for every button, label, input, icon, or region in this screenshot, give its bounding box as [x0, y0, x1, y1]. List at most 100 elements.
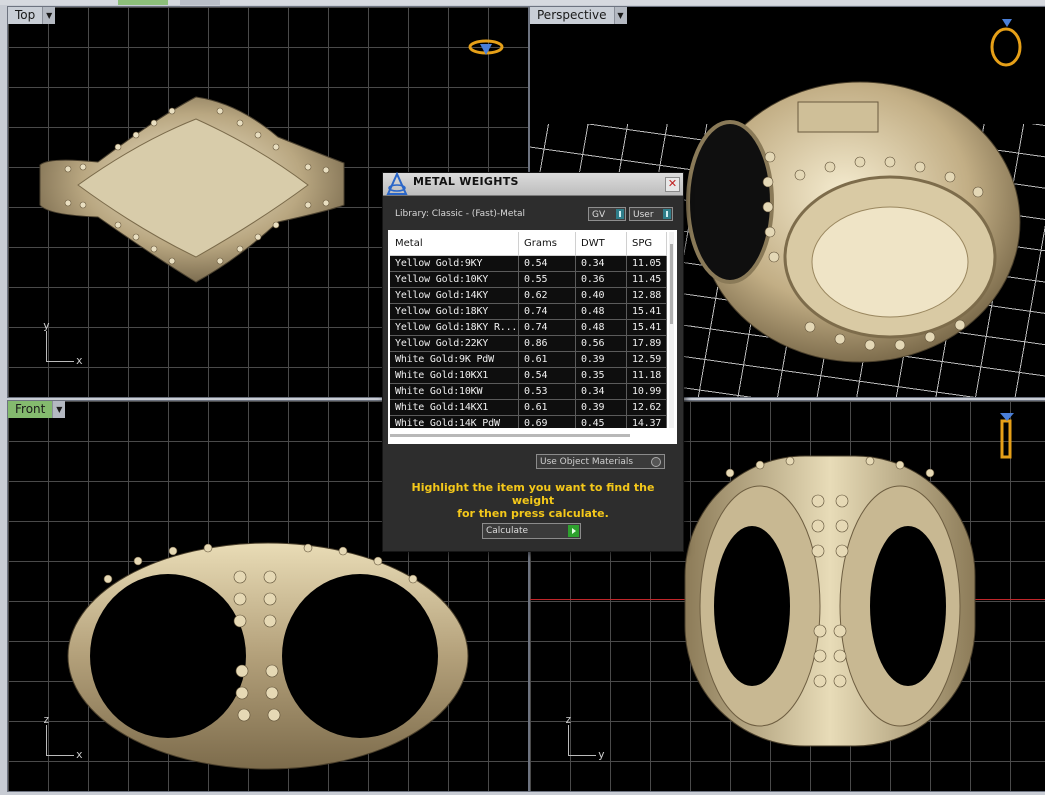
- user-combo-label: User: [633, 210, 654, 220]
- table-cell: 0.62: [519, 288, 576, 303]
- horizontal-scrollbar[interactable]: [390, 434, 630, 437]
- table-row[interactable]: Yellow Gold:9KY 0.54 0.34 11.05: [390, 256, 667, 272]
- instruction-line-1: Highlight the item you want to find the …: [411, 481, 655, 507]
- table-header: Metal Grams DWT SPG: [390, 232, 667, 256]
- top-tab-strip: [0, 0, 1045, 5]
- table-cell: Yellow Gold:9KY: [390, 256, 519, 271]
- table-cell: 0.74: [519, 320, 576, 335]
- active-tab[interactable]: [118, 0, 168, 5]
- table-cell: 0.69: [519, 416, 576, 428]
- table-cell: 0.36: [576, 272, 627, 287]
- viewport-label-perspective[interactable]: Perspective ▼: [530, 7, 627, 24]
- table-row[interactable]: White Gold:14K PdW 0.69 0.45 14.37: [390, 416, 667, 428]
- viewport-name: Top: [8, 7, 44, 24]
- table-cell: 0.34: [576, 256, 627, 271]
- column-header-metal[interactable]: Metal: [390, 232, 519, 255]
- use-object-materials-toggle[interactable]: Use Object Materials: [536, 454, 665, 469]
- view-cube-icon[interactable]: [990, 19, 1022, 67]
- table-row[interactable]: White Gold:10KX1 0.54 0.35 11.18: [390, 368, 667, 384]
- gv-combo-label: GV: [592, 210, 606, 220]
- table-row[interactable]: Yellow Gold:18KY 0.74 0.48 15.41: [390, 304, 667, 320]
- use-object-materials-label: Use Object Materials: [540, 457, 634, 467]
- table-cell: Yellow Gold:18KY R...: [390, 320, 519, 335]
- tab[interactable]: [180, 0, 220, 5]
- table-row[interactable]: White Gold:9K PdW 0.61 0.39 12.59: [390, 352, 667, 368]
- viewport-name: Front: [8, 401, 54, 418]
- chevron-down-icon[interactable]: ▼: [43, 7, 56, 24]
- table-cell: 0.39: [576, 400, 627, 415]
- view-cube-icon[interactable]: [1000, 413, 1014, 459]
- table-cell: 11.18: [627, 368, 667, 383]
- viewport-name: Perspective: [530, 7, 615, 24]
- table-row[interactable]: White Gold:14KX1 0.61 0.39 12.62: [390, 400, 667, 416]
- table-cell: 15.41: [627, 304, 667, 319]
- table-cell: 0.53: [519, 384, 576, 399]
- table-cell: White Gold:10KX1: [390, 368, 519, 383]
- dialog-titlebar[interactable]: METAL WEIGHTS ✕: [383, 172, 683, 196]
- table-cell: White Gold:14KX1: [390, 400, 519, 415]
- gv-combo[interactable]: GV: [588, 207, 626, 221]
- table-cell: 0.54: [519, 256, 576, 271]
- dialog-title: METAL WEIGHTS: [413, 175, 519, 188]
- chevron-down-icon[interactable]: ▼: [614, 7, 627, 24]
- table-cell: 0.34: [576, 384, 627, 399]
- table-cell: White Gold:14K PdW: [390, 416, 519, 428]
- scrollbar-thumb[interactable]: [670, 244, 673, 324]
- instruction-text: Highlight the item you want to find the …: [393, 481, 673, 520]
- table-cell: 17.89: [627, 336, 667, 351]
- instruction-line-2: for then press calculate.: [457, 507, 609, 520]
- table-cell: 0.61: [519, 400, 576, 415]
- table-cell: 12.62: [627, 400, 667, 415]
- play-icon[interactable]: [568, 525, 579, 537]
- calculate-button[interactable]: Calculate: [482, 523, 581, 539]
- vertical-scrollbar[interactable]: [669, 232, 674, 428]
- table-cell: 0.54: [519, 368, 576, 383]
- table-cell: 0.55: [519, 272, 576, 287]
- view-cube-icon[interactable]: [468, 39, 504, 55]
- table-cell: 11.05: [627, 256, 667, 271]
- table-cell: Yellow Gold:22KY: [390, 336, 519, 351]
- table-cell: 11.45: [627, 272, 667, 287]
- table-cell: Yellow Gold:10KY: [390, 272, 519, 287]
- table-cell: 0.40: [576, 288, 627, 303]
- table-cell: 0.56: [576, 336, 627, 351]
- table-cell: 0.45: [576, 416, 627, 428]
- dropdown-arrow-icon: [663, 209, 671, 219]
- table-row[interactable]: Yellow Gold:10KY 0.55 0.36 11.45: [390, 272, 667, 288]
- table-cell: 0.74: [519, 304, 576, 319]
- app-logo-icon: [386, 172, 408, 195]
- chevron-down-icon[interactable]: ▼: [53, 401, 66, 418]
- table-cell: 0.61: [519, 352, 576, 367]
- calculate-label: Calculate: [486, 526, 529, 536]
- table-cell: 10.99: [627, 384, 667, 399]
- table-row[interactable]: Yellow Gold:22KY 0.86 0.56 17.89: [390, 336, 667, 352]
- table-row[interactable]: Yellow Gold:18KY R... 0.74 0.48 15.41: [390, 320, 667, 336]
- table-cell: 0.48: [576, 320, 627, 335]
- metal-table[interactable]: Metal Grams DWT SPG Yellow Gold:9KY 0.54 0…: [388, 230, 677, 444]
- table-cell: Yellow Gold:18KY: [390, 304, 519, 319]
- table-cell: 12.59: [627, 352, 667, 367]
- table-cell: 0.86: [519, 336, 576, 351]
- table-cell: 15.41: [627, 320, 667, 335]
- table-cell: 12.88: [627, 288, 667, 303]
- viewport-label-front[interactable]: Front ▼: [8, 401, 66, 418]
- library-label: Library: Classic - (Fast)-Metal: [395, 209, 526, 219]
- table-cell: 14.37: [627, 416, 667, 428]
- table-cell: 0.39: [576, 352, 627, 367]
- metal-weights-dialog[interactable]: METAL WEIGHTS ✕ Library: Classic - (Fast…: [382, 172, 684, 552]
- dropdown-arrow-icon: [616, 209, 624, 219]
- column-header-spg[interactable]: SPG: [627, 232, 667, 255]
- user-combo[interactable]: User: [629, 207, 673, 221]
- table-row[interactable]: White Gold:10KW 0.53 0.34 10.99: [390, 384, 667, 400]
- table-cell: White Gold:9K PdW: [390, 352, 519, 367]
- close-icon[interactable]: ✕: [665, 177, 680, 192]
- viewport-label-top[interactable]: Top ▼: [8, 7, 56, 24]
- table-cell: Yellow Gold:14KY: [390, 288, 519, 303]
- column-header-dwt[interactable]: DWT: [576, 232, 627, 255]
- table-cell: 0.48: [576, 304, 627, 319]
- table-cell: White Gold:10KW: [390, 384, 519, 399]
- radio-icon[interactable]: [651, 457, 661, 467]
- table-cell: 0.35: [576, 368, 627, 383]
- table-row[interactable]: Yellow Gold:14KY 0.62 0.40 12.88: [390, 288, 667, 304]
- column-header-grams[interactable]: Grams: [519, 232, 576, 255]
